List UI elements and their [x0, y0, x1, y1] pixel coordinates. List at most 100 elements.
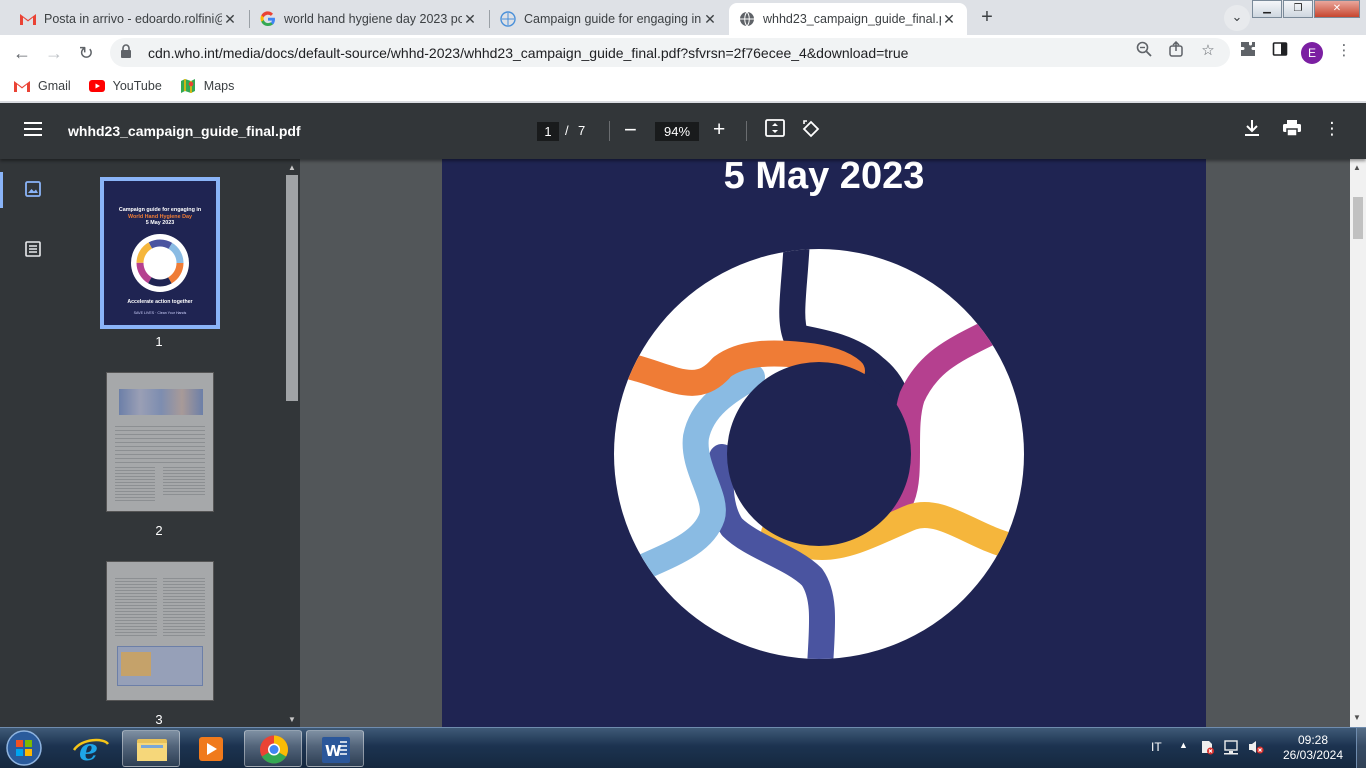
clock-date: 26/03/2024 — [1282, 748, 1344, 762]
pdf-viewer[interactable]: 5 May 2023 — [300, 159, 1350, 727]
volume-muted-icon[interactable] — [1247, 739, 1265, 768]
bookmark-gmail[interactable]: Gmail — [14, 78, 71, 94]
share-icon[interactable] — [1166, 40, 1186, 61]
close-icon[interactable]: ✕ — [462, 11, 478, 28]
active-indicator — [0, 172, 3, 208]
thumbnail-logo — [131, 234, 189, 292]
language-indicator[interactable]: IT — [1151, 740, 1162, 768]
scroll-up-arrow[interactable]: ▲ — [1353, 163, 1361, 172]
extensions-icon[interactable] — [1238, 41, 1258, 61]
show-hidden-icons[interactable]: ▲ — [1179, 740, 1188, 768]
thumbnail-number: 1 — [155, 334, 163, 349]
menu-icon[interactable] — [24, 122, 42, 138]
bookmark-star-icon[interactable]: ☆ — [1198, 41, 1218, 61]
zoom-out-button[interactable]: − — [624, 117, 637, 143]
tab-pdf-active[interactable]: whhd23_campaign_guide_final.p ✕ — [729, 3, 967, 35]
viewer-scrollbar[interactable]: ▲ ▼ — [1350, 159, 1366, 727]
page-thumbnail-3[interactable] — [106, 561, 214, 701]
page-thumbnail-1[interactable]: Campaign guide for engaging in World Han… — [100, 177, 220, 329]
bookmark-youtube[interactable]: YouTube — [88, 78, 162, 94]
back-button[interactable]: ← — [10, 41, 34, 65]
zoom-in-button[interactable]: + — [713, 118, 725, 142]
browser-toolbar: ← → ↻ cdn.who.int/media/docs/default-sou… — [0, 35, 1366, 70]
maps-icon — [180, 78, 196, 94]
side-panel-icon[interactable] — [1270, 41, 1290, 61]
thumbnail-number: 3 — [155, 712, 163, 727]
scroll-up-arrow[interactable]: ▲ — [286, 163, 298, 172]
windows-taskbar: e W IT ▲ 09:28 26/03/2024 — [0, 727, 1366, 768]
gmail-icon — [14, 78, 30, 94]
network-icon[interactable] — [1223, 739, 1241, 768]
file-explorer-icon[interactable] — [122, 730, 180, 767]
forward-button[interactable]: → — [42, 41, 66, 65]
thumbnail-tagline: Accelerate action together — [127, 299, 193, 305]
media-player-icon[interactable] — [182, 730, 240, 767]
fit-page-icon[interactable] — [763, 119, 787, 143]
sidebar-scroll-thumb[interactable] — [286, 175, 298, 401]
browser-menu-icon[interactable]: ⋮ — [1334, 41, 1354, 61]
tab-strip: Posta in arrivo - edoardo.rolfini@ ✕ wor… — [0, 0, 1366, 35]
viewer-scroll-thumb[interactable] — [1353, 197, 1363, 239]
thumbnails-view-icon[interactable] — [24, 180, 44, 200]
window-controls: ▁ ❐ ✕ — [1251, 0, 1360, 18]
more-options-icon[interactable]: ⋮ — [1320, 119, 1344, 143]
bookmark-maps[interactable]: Maps — [180, 78, 235, 94]
url-text[interactable]: cdn.who.int/media/docs/default-source/wh… — [148, 45, 908, 61]
globe-icon — [739, 11, 755, 27]
tab-who-campaign[interactable]: Campaign guide for engaging in ✕ — [490, 3, 728, 35]
minimize-button[interactable]: ▁ — [1252, 0, 1282, 18]
tab-title: world hand hygiene day 2023 po — [284, 12, 462, 26]
download-icon[interactable] — [1240, 119, 1264, 143]
reload-button[interactable]: ↻ — [74, 41, 98, 65]
clock-time: 09:28 — [1297, 733, 1329, 747]
chrome-icon[interactable] — [244, 730, 302, 767]
zoom-icon[interactable] — [1134, 41, 1154, 61]
show-desktop-button[interactable] — [1356, 728, 1366, 768]
bookmark-label: YouTube — [112, 78, 162, 93]
page-number-input[interactable]: 1 — [537, 122, 559, 141]
tab-title: whhd23_campaign_guide_final.p — [763, 12, 941, 26]
internet-explorer-icon[interactable]: e — [62, 730, 120, 768]
gmail-icon — [20, 11, 36, 27]
document-outline-icon[interactable] — [24, 240, 44, 260]
thumbnail-title: Campaign guide for engaging in — [118, 207, 202, 213]
tab-search-button[interactable]: ⌄ — [1224, 5, 1250, 31]
hands-circle-logo — [614, 249, 1024, 659]
scroll-down-arrow[interactable]: ▼ — [1353, 713, 1361, 722]
thumbnail-number: 2 — [155, 523, 163, 538]
clock[interactable]: 09:28 26/03/2024 — [1279, 733, 1347, 768]
profile-avatar[interactable]: E — [1301, 42, 1323, 64]
page-total: 7 — [578, 123, 586, 138]
youtube-icon — [88, 78, 105, 94]
maximize-button[interactable]: ❐ — [1283, 0, 1313, 18]
svg-text:e: e — [79, 733, 98, 767]
bookmark-label: Maps — [203, 78, 235, 93]
page-thumbnail-2[interactable] — [106, 372, 214, 512]
new-tab-button[interactable]: + — [975, 6, 999, 30]
zoom-input[interactable]: 94% — [655, 122, 699, 141]
close-window-button[interactable]: ✕ — [1314, 0, 1360, 18]
tab-google-search[interactable]: world hand hygiene day 2023 po ✕ — [250, 3, 488, 35]
tab-gmail[interactable]: Posta in arrivo - edoardo.rolfini@ ✕ — [10, 3, 248, 35]
lock-icon[interactable] — [120, 44, 136, 61]
who-icon — [500, 11, 516, 27]
pdf-page: 5 May 2023 — [442, 159, 1206, 727]
thumbnail-date: 5 May 2023 — [145, 220, 175, 226]
divider — [609, 121, 610, 141]
tab-title: Campaign guide for engaging in — [524, 12, 702, 26]
pdf-filename: whhd23_campaign_guide_final.pdf — [68, 123, 301, 139]
address-bar[interactable]: cdn.who.int/media/docs/default-source/wh… — [110, 38, 1230, 67]
word-icon[interactable]: W — [306, 730, 364, 767]
print-icon[interactable] — [1280, 119, 1304, 143]
svg-text:W: W — [325, 742, 342, 760]
bookmarks-bar: Gmail YouTube Maps — [0, 70, 1366, 102]
close-icon[interactable]: ✕ — [222, 11, 238, 28]
close-icon[interactable]: ✕ — [702, 11, 718, 28]
rotate-icon[interactable] — [799, 119, 823, 143]
close-icon[interactable]: ✕ — [941, 11, 957, 28]
pdf-toolbar: whhd23_campaign_guide_final.pdf 1 / 7 − … — [0, 103, 1366, 159]
start-button[interactable] — [4, 729, 44, 767]
action-center-icon[interactable] — [1199, 739, 1215, 768]
tab-title: Posta in arrivo - edoardo.rolfini@ — [44, 12, 222, 26]
scroll-down-arrow[interactable]: ▼ — [286, 715, 298, 724]
